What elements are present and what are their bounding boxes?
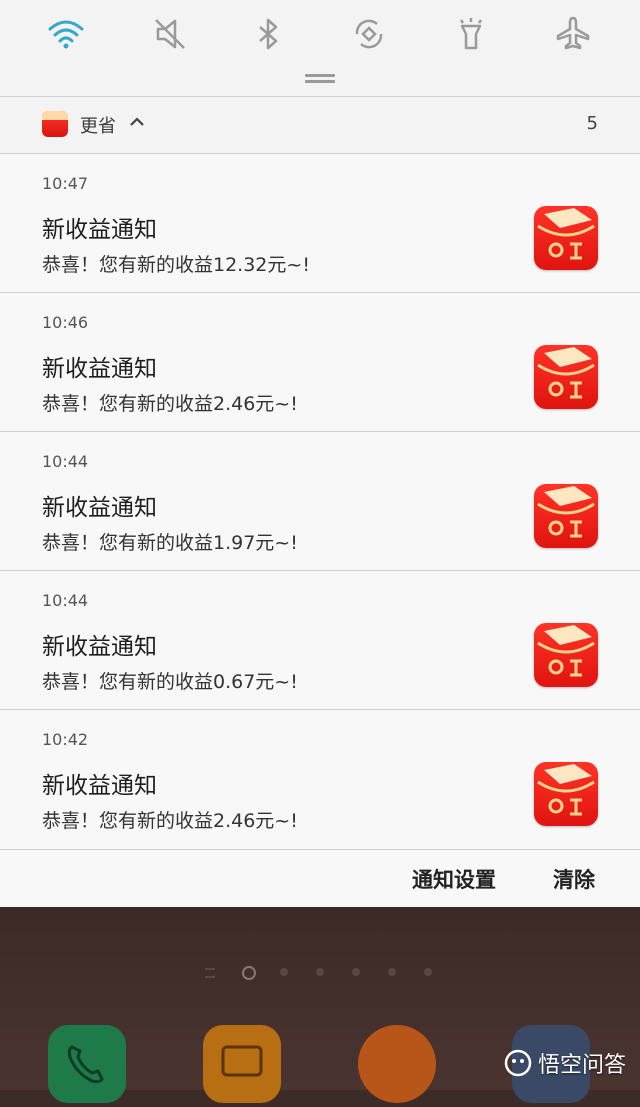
messages-app-icon[interactable] — [203, 1025, 281, 1103]
chevron-up-icon[interactable] — [128, 113, 146, 131]
notification-body: 恭喜！您有新的收益2.46元~! — [42, 393, 298, 415]
auto-rotate-icon[interactable] — [347, 12, 391, 56]
notification-count: 5 — [586, 113, 598, 134]
notification-time: 10:46 — [42, 313, 89, 332]
drag-handle[interactable] — [305, 74, 335, 84]
page-dot[interactable] — [316, 968, 324, 976]
notification-item[interactable]: 10:44 新收益通知 恭喜！您有新的收益1.97元~! — [0, 432, 640, 571]
notification-title: 新收益通知 — [42, 356, 157, 382]
notification-time: 10:42 — [42, 730, 89, 749]
notification-title: 新收益通知 — [42, 495, 157, 521]
quick-settings-row — [0, 0, 640, 70]
red-envelope-app-icon — [534, 623, 598, 687]
red-envelope-app-icon — [534, 762, 598, 826]
notification-settings-button[interactable]: 通知设置 — [412, 864, 496, 894]
notification-body: 恭喜！您有新的收益12.32元~! — [42, 254, 310, 276]
mute-icon[interactable] — [148, 12, 192, 56]
watermark: 悟空问答 — [504, 1047, 626, 1079]
red-envelope-app-icon — [534, 206, 598, 270]
app-group-header[interactable]: 更省 5 — [0, 97, 640, 153]
notification-body: 恭喜！您有新的收益0.67元~! — [42, 671, 298, 693]
page-dot[interactable] — [205, 968, 215, 978]
notification-footer: 通知设置 清除 — [0, 850, 640, 907]
flashlight-icon[interactable] — [449, 12, 493, 56]
red-envelope-app-icon — [534, 484, 598, 548]
notification-title: 新收益通知 — [42, 773, 157, 799]
notification-time: 10:44 — [42, 591, 89, 610]
page-dot[interactable] — [388, 968, 396, 976]
bluetooth-icon[interactable] — [246, 12, 290, 56]
wifi-icon[interactable] — [44, 12, 88, 56]
clear-button[interactable]: 清除 — [553, 864, 595, 894]
red-envelope-app-icon — [534, 345, 598, 409]
watermark-text: 悟空问答 — [537, 1053, 626, 1078]
uc-browser-app-icon[interactable] — [358, 1025, 436, 1103]
notification-item[interactable]: 10:46 新收益通知 恭喜！您有新的收益2.46元~! — [0, 293, 640, 432]
wukong-logo-icon — [504, 1049, 532, 1077]
notification-shade: 更省 5 10:47 新收益通知 恭喜！您有新的收益12.32元~! 10:46… — [0, 0, 640, 907]
page-dot[interactable] — [424, 968, 432, 976]
airplane-mode-icon[interactable] — [551, 12, 595, 56]
notification-body: 恭喜！您有新的收益1.97元~! — [42, 532, 298, 554]
notification-title: 新收益通知 — [42, 634, 157, 660]
notification-item[interactable]: 10:44 新收益通知 恭喜！您有新的收益0.67元~! — [0, 571, 640, 710]
page-dot[interactable] — [352, 968, 360, 976]
app-icon — [42, 111, 68, 137]
notification-body: 恭喜！您有新的收益2.46元~! — [42, 810, 298, 832]
page-indicator — [205, 965, 445, 980]
notification-time: 10:47 — [42, 174, 89, 193]
home-screen: 悟空问答 — [0, 907, 640, 1103]
notification-title: 新收益通知 — [42, 217, 157, 243]
notification-item[interactable]: 10:47 新收益通知 恭喜！您有新的收益12.32元~! — [0, 154, 640, 293]
page-dot[interactable] — [280, 968, 288, 976]
notification-item[interactable]: 10:42 新收益通知 恭喜！您有新的收益2.46元~! — [0, 710, 640, 849]
phone-app-icon[interactable] — [48, 1025, 126, 1103]
home-page-dot[interactable] — [242, 966, 256, 980]
notification-time: 10:44 — [42, 452, 89, 471]
app-name: 更省 — [80, 116, 116, 137]
